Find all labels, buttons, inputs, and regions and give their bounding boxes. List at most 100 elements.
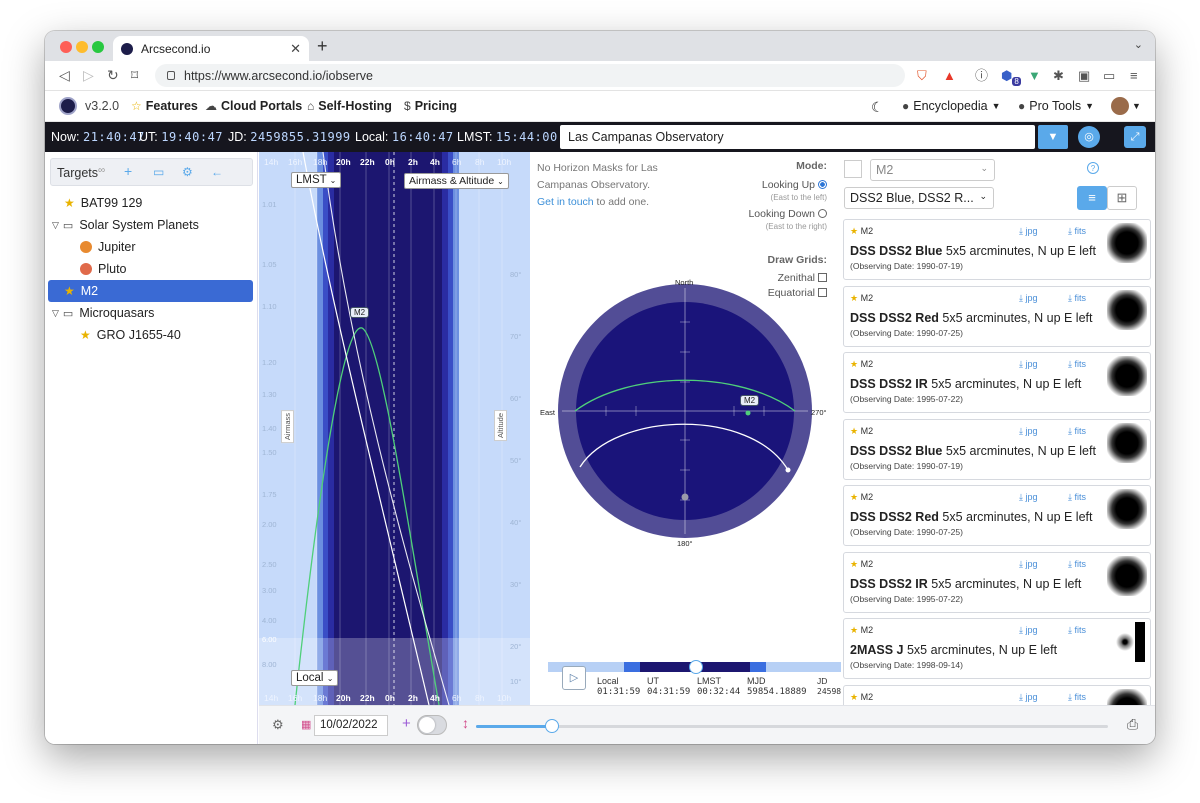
time-slider-handle[interactable] [544, 719, 559, 733]
image-card[interactable]: ★ M2 ⤓ jpg ⤓ fits DSS DSS2 IR 5x5 arcminute… [843, 352, 1151, 413]
nav-features[interactable]: ☆ Features [131, 99, 198, 113]
nav-self-hosting[interactable]: ⌂ Self-Hosting [307, 99, 392, 113]
brave-shield-icon[interactable]: ⛉ [917, 68, 927, 83]
collapse-arrow-icon[interactable]: ← [211, 165, 223, 179]
download-fits-link[interactable]: ⤓ fits [1068, 492, 1086, 503]
tab-list-chevron-icon[interactable]: ⌄ [1134, 38, 1143, 51]
expand-icon[interactable]: ⤢ [1124, 126, 1146, 148]
sky-image-thumbnail[interactable] [1107, 356, 1147, 396]
timeline-handle[interactable] [689, 660, 703, 674]
settings-gear-icon[interactable]: ⚙ [182, 165, 193, 179]
close-tab-icon[interactable]: ✕ [290, 41, 301, 57]
image-card[interactable]: ★ M2 ⤓ jpg ⤓ fits DSS DSS2 Blue 5x5 arcminu… [843, 418, 1151, 480]
user-avatar-menu[interactable]: ▼ [1111, 97, 1141, 115]
image-card[interactable]: ★ M2 ⤓ jpg ⤓ fits DSS DSS2 Blue 5x5 arcminu… [843, 219, 1151, 280]
download-fits-link[interactable]: ⤓ fits [1068, 692, 1086, 703]
sky-image-thumbnail[interactable] [1107, 422, 1147, 463]
forward-icon[interactable]: ▷ [83, 67, 94, 83]
add-folder-icon[interactable]: ▭ [153, 165, 164, 179]
download-jpg-link[interactable]: ⤓ jpg [1019, 226, 1038, 237]
link-icon[interactable]: ∞ [98, 165, 105, 176]
time-slider[interactable] [476, 719, 1108, 733]
vertical-resize-icon[interactable]: ↕ [462, 715, 469, 731]
browser-tab[interactable]: Arcsecond.io ✕ [113, 36, 309, 61]
download-fits-link[interactable]: ⤓ fits [1068, 226, 1086, 237]
target-row-bat99[interactable]: ★ BAT99 129 [48, 192, 253, 214]
folder-row-solar-system[interactable]: ▽ ▭ Solar System Planets [48, 214, 253, 236]
vue-devtools-icon[interactable]: ▼ [1028, 68, 1041, 83]
play-icon[interactable]: ▷ [562, 666, 586, 690]
sky-image-thumbnail[interactable] [1107, 622, 1147, 662]
download-jpg-link[interactable]: ⤓ jpg [1019, 692, 1038, 703]
download-fits-link[interactable]: ⤓ fits [1068, 359, 1086, 370]
sky-image-thumbnail[interactable] [1107, 489, 1147, 529]
download-jpg-link[interactable]: ⤓ jpg [1019, 492, 1038, 503]
nav-pro-tools[interactable]: ● Pro Tools ▼ [1018, 99, 1094, 113]
bookmark-icon[interactable]: ⌑ [131, 67, 138, 83]
folder-row-microquasars[interactable]: ▽ ▭ Microquasars [48, 302, 253, 324]
image-card[interactable]: ★ M2 ⤓ jpg ⤓ fits DSS DSS2 IR 5x5 arcminute… [843, 551, 1151, 613]
image-card[interactable]: ★ M2 ⤓ jpg ⤓ fits 2MASS J 5x5 arcminutes, N… [843, 618, 1151, 679]
grid-view-button[interactable]: ⊞ [1107, 186, 1137, 210]
image-card[interactable]: ★ M2 ⤓ jpg ⤓ fits DSS DSS2 Red 5x5 arcminut… [843, 485, 1151, 546]
night-timeline-strip[interactable] [548, 660, 841, 674]
date-input[interactable]: 10/02/2022 [314, 715, 388, 736]
image-card[interactable]: ★ M2 ⤓ jpg ⤓ fits [843, 684, 1151, 705]
info-extension-icon[interactable]: ⓘ [975, 68, 988, 83]
settings-gear-icon[interactable]: ⚙ [272, 717, 284, 733]
add-target-icon[interactable]: + [124, 163, 132, 179]
target-row-jupiter[interactable]: Jupiter [48, 236, 253, 258]
nav-pricing[interactable]: $ Pricing [404, 99, 457, 113]
download-fits-link[interactable]: ⤓ fits [1068, 559, 1086, 570]
live-toggle[interactable] [417, 715, 447, 735]
download-jpg-link[interactable]: ⤓ jpg [1019, 426, 1038, 437]
target-row-m2[interactable]: ★ M2 [48, 280, 253, 302]
wallet-icon[interactable]: ▭ [1103, 68, 1115, 83]
arcsecond-logo-icon[interactable] [59, 97, 77, 115]
nav-cloud-portals[interactable]: ☁ Cloud Portals [205, 99, 302, 113]
download-fits-link[interactable]: ⤓ fits [1068, 625, 1086, 636]
download-jpg-link[interactable]: ⤓ jpg [1019, 559, 1038, 570]
sky-image-thumbnail[interactable] [1107, 555, 1147, 596]
download-jpg-link[interactable]: ⤓ jpg [1019, 625, 1038, 636]
brave-rewards-icon[interactable]: ▲ [943, 68, 956, 83]
sky-image-thumbnail[interactable] [1107, 223, 1147, 263]
sky-image-thumbnail[interactable] [1107, 289, 1147, 330]
download-jpg-link[interactable]: ⤓ jpg [1019, 359, 1038, 370]
back-icon[interactable]: ◁ [59, 67, 70, 83]
new-tab-icon[interactable]: + [317, 36, 328, 56]
print-icon[interactable]: ⎙ [1127, 716, 1138, 733]
url-field[interactable]: https://www.arcsecond.io/iobserve [155, 64, 905, 87]
add-day-icon[interactable]: + [402, 715, 411, 732]
airmass-chart[interactable]: 14h 16h 18h 20h 22h 0h 2h 4h 6h 8h 10h 1… [259, 152, 530, 705]
extensions-puzzle-icon[interactable]: ✱ [1053, 68, 1064, 83]
download-fits-link[interactable]: ⤓ fits [1068, 293, 1086, 304]
target-row-gro-j1655[interactable]: ★ GRO J1655-40 [48, 324, 253, 346]
minimize-window-button[interactable] [76, 41, 88, 53]
image-target-select[interactable]: M2 ⌄ [870, 159, 995, 181]
observatory-dropdown-chevron-icon[interactable]: ▼ [1038, 125, 1068, 149]
extension-badge-icon[interactable]: ⬢ 8 [1001, 68, 1021, 89]
close-window-button[interactable] [60, 41, 72, 53]
browser-menu-icon[interactable]: ≡ [1130, 68, 1138, 83]
observatory-select[interactable]: Las Campanas Observatory [560, 125, 1035, 149]
reload-icon[interactable]: ↻ [107, 67, 119, 83]
download-jpg-link[interactable]: ⤓ jpg [1019, 293, 1038, 304]
lmst-axis-select[interactable]: LMST ⌄ [291, 172, 342, 188]
sky-image-thumbnail[interactable] [1107, 688, 1147, 705]
target-row-pluto[interactable]: Pluto [48, 258, 253, 280]
local-axis-select[interactable]: Local ⌄ [291, 670, 339, 686]
zoom-window-button[interactable] [92, 41, 104, 53]
help-icon[interactable]: ? [1087, 162, 1099, 174]
chart-mode-select[interactable]: Airmass & Altitude ⌄ [404, 173, 509, 189]
altitude-tick: 10° [510, 677, 522, 686]
image-card[interactable]: ★ M2 ⤓ jpg ⤓ fits DSS DSS2 Red 5x5 arcminut… [843, 285, 1151, 347]
sky-dome[interactable] [530, 152, 841, 662]
survey-select[interactable]: DSS2 Blue, DSS2 R... ⌄ [844, 187, 994, 209]
sidebar-toggle-icon[interactable]: ▣ [1078, 68, 1090, 83]
list-view-button[interactable]: ≡ [1077, 186, 1107, 210]
compass-icon[interactable]: ◎ [1078, 126, 1100, 148]
nav-encyclopedia[interactable]: ● Encyclopedia ▼ [902, 99, 1001, 113]
download-fits-link[interactable]: ⤓ fits [1068, 426, 1086, 437]
dark-mode-moon-icon[interactable]: ☾ [871, 99, 884, 116]
